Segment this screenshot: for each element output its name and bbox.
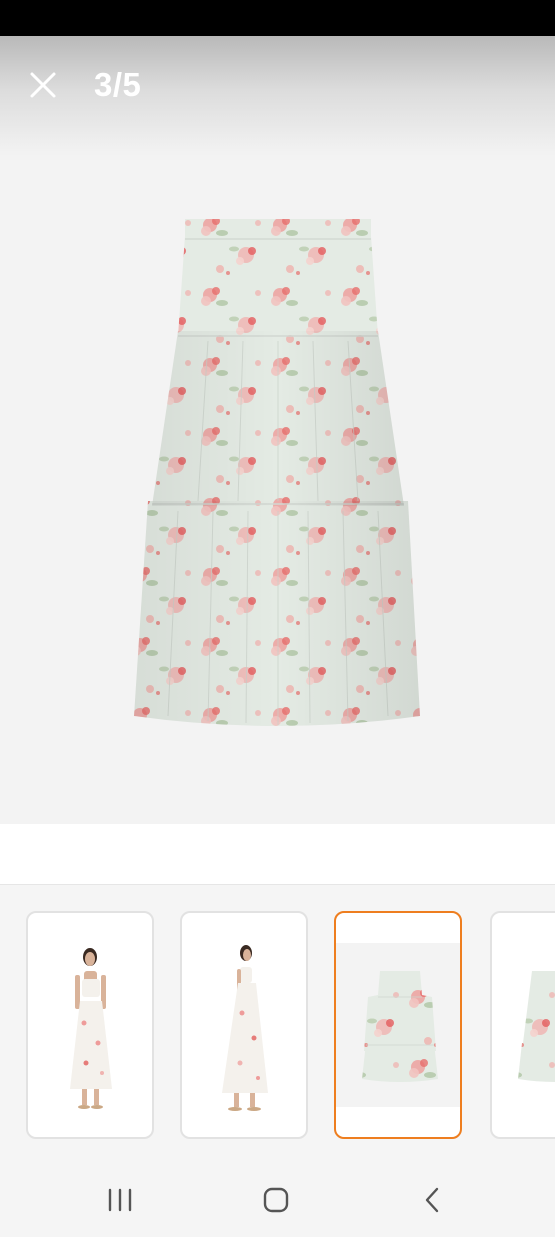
skirt-flat-alt-thumbnail[interactable] <box>490 911 555 1139</box>
skirt-flat-alt-image <box>518 971 555 1082</box>
recents-button[interactable] <box>98 1178 142 1222</box>
thumbnail-strip[interactable] <box>0 884 555 1162</box>
spacer <box>0 824 555 884</box>
model-front-thumbnail[interactable] <box>26 911 154 1139</box>
image-counter: 3/5 <box>94 66 142 103</box>
home-icon <box>263 1187 289 1213</box>
close-icon <box>30 72 56 98</box>
image-viewer[interactable]: 3/5 <box>0 36 555 824</box>
home-button[interactable] <box>254 1178 298 1222</box>
close-button[interactable] <box>22 64 64 106</box>
skirt-flat-image <box>336 943 460 1107</box>
back-button[interactable] <box>410 1178 454 1222</box>
skirt-flat-thumbnail[interactable] <box>334 911 462 1139</box>
status-bar <box>0 0 555 36</box>
back-icon <box>425 1187 439 1213</box>
system-navigation-bar <box>0 1162 555 1237</box>
model-front-image <box>70 948 112 1109</box>
model-side-thumbnail[interactable] <box>180 911 308 1139</box>
top-gradient <box>0 36 555 156</box>
skirt-image[interactable] <box>128 211 428 751</box>
recents-icon <box>108 1188 132 1212</box>
model-side-image <box>222 945 268 1111</box>
